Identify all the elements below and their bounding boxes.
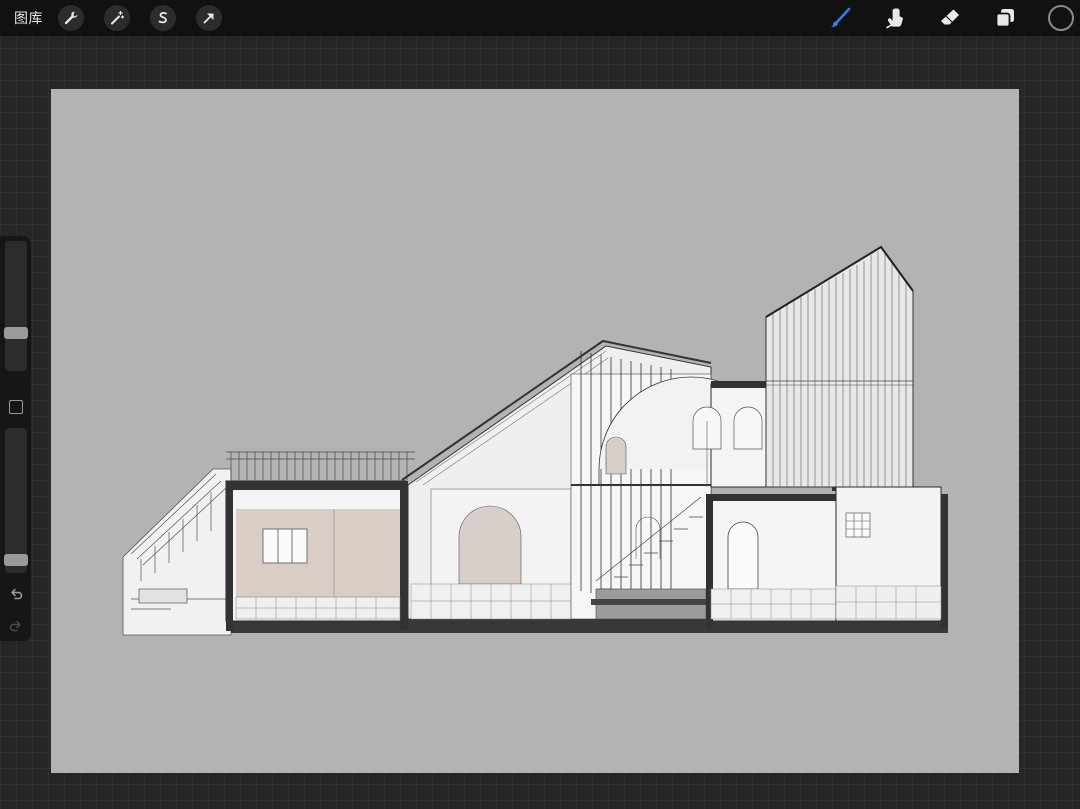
brush-tool-button[interactable]: [826, 4, 854, 32]
house-section-drawing: [122, 245, 948, 636]
transform-button[interactable]: [196, 5, 222, 31]
gallery-button[interactable]: 图库: [14, 9, 43, 27]
brush-size-thumb[interactable]: [4, 327, 28, 339]
left-sidebar: [0, 236, 31, 641]
adjustments-button[interactable]: [104, 5, 130, 31]
brush-size-slider[interactable]: [4, 241, 28, 371]
eraser-icon: [941, 9, 959, 25]
arrow-cursor-icon: [203, 13, 214, 24]
top-toolbar: 图库: [0, 0, 1080, 36]
undo-icon[interactable]: [8, 586, 24, 602]
layers-icon: [995, 9, 1014, 28]
eraser-tool-button[interactable]: [936, 4, 964, 32]
wrench-icon: [64, 11, 78, 25]
selection-button[interactable]: [150, 5, 176, 31]
smudge-tool-button[interactable]: [881, 4, 909, 32]
magic-wand-icon: [111, 10, 125, 25]
color-picker-button[interactable]: [1048, 5, 1074, 31]
smudge-finger-icon: [886, 8, 903, 29]
brush-icon: [831, 7, 851, 27]
layers-button[interactable]: [991, 4, 1019, 32]
modify-button[interactable]: [9, 400, 23, 414]
actions-button[interactable]: [58, 5, 84, 31]
redo-icon[interactable]: [8, 618, 24, 634]
opacity-slider[interactable]: [4, 428, 28, 573]
drawing-canvas[interactable]: [51, 89, 1019, 773]
opacity-thumb[interactable]: [4, 554, 28, 566]
selection-s-icon: [158, 12, 167, 24]
